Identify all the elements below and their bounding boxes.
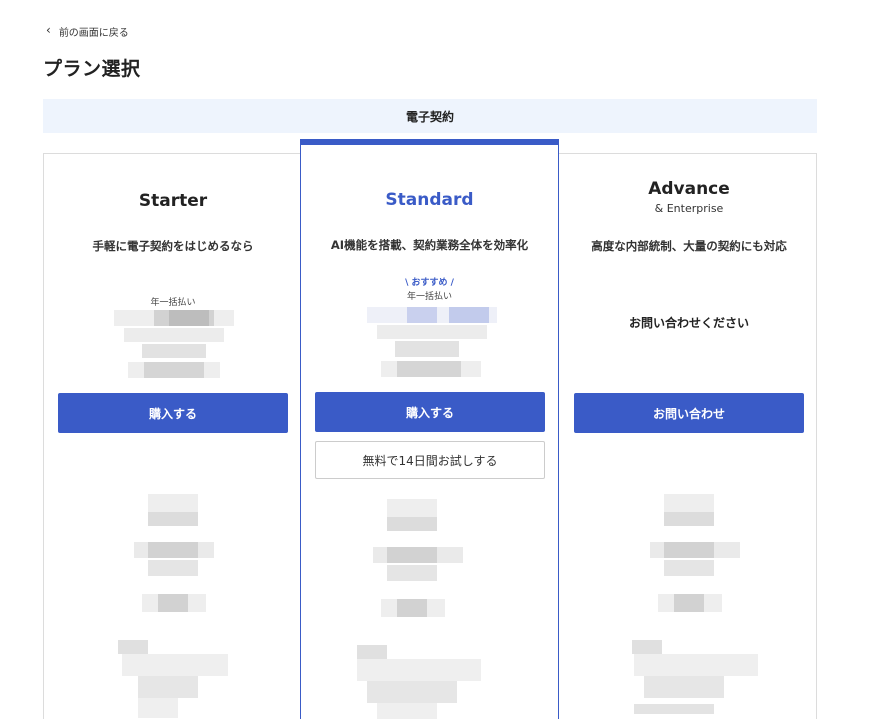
plan-subname: & Enterprise: [654, 202, 724, 215]
contact-button[interactable]: お問い合わせ: [574, 393, 804, 433]
purchase-button-standard[interactable]: 購入する: [315, 392, 545, 432]
plan-description: 高度な内部統制、大量の契約にも対応: [591, 239, 787, 253]
plan-name: Starter: [138, 191, 208, 211]
purchase-button-starter[interactable]: 購入する: [58, 393, 288, 433]
free-trial-button[interactable]: 無料で14日間お試しする: [315, 441, 545, 479]
plan-card-starter: Starter 手軽に電子契約をはじめるなら 年一括払い 購入する: [44, 154, 302, 719]
redacted-price: [367, 307, 497, 383]
button-label: 無料で14日間お試しする: [362, 453, 498, 468]
billing-label: 年一括払い: [406, 292, 452, 302]
chevron-left-icon: ‹: [46, 23, 51, 37]
contact-note: お問い合わせください: [628, 316, 749, 330]
category-header: 電子契約: [43, 99, 817, 133]
plan-selection-page: ‹ 前の画面に戻る プラン選択 電子契約 Starter 手軽に電子契約をはじめ…: [0, 0, 884, 719]
button-label: 購入する: [405, 405, 454, 420]
redacted-features: [632, 494, 764, 719]
page-title: プラン選択: [43, 58, 141, 80]
plan-name: Standard: [385, 190, 474, 210]
back-link-label: 前の画面に戻る: [58, 27, 129, 39]
category-label: 電子契約: [405, 109, 454, 124]
redacted-features: [118, 494, 228, 719]
billing-label: 年一括払い: [150, 298, 196, 308]
button-label: お問い合わせ: [652, 406, 725, 421]
button-label: 購入する: [148, 406, 197, 421]
recommended-badge: \ おすすめ /: [405, 278, 454, 288]
redacted-features: [357, 499, 487, 719]
plan-card-advance: Advance & Enterprise 高度な内部統制、大量の契約にも対応 お…: [560, 154, 818, 719]
plan-card-standard: Standard AI機能を搭載、契約業務全体を効率化 \ おすすめ / 年一括…: [300, 139, 559, 719]
plan-name: Advance: [648, 179, 730, 199]
back-link[interactable]: ‹ 前の画面に戻る: [46, 23, 129, 39]
redacted-price: [114, 310, 234, 380]
plan-description: AI機能を搭載、契約業務全体を効率化: [330, 238, 529, 252]
plan-description: 手軽に電子契約をはじめるなら: [92, 239, 254, 253]
